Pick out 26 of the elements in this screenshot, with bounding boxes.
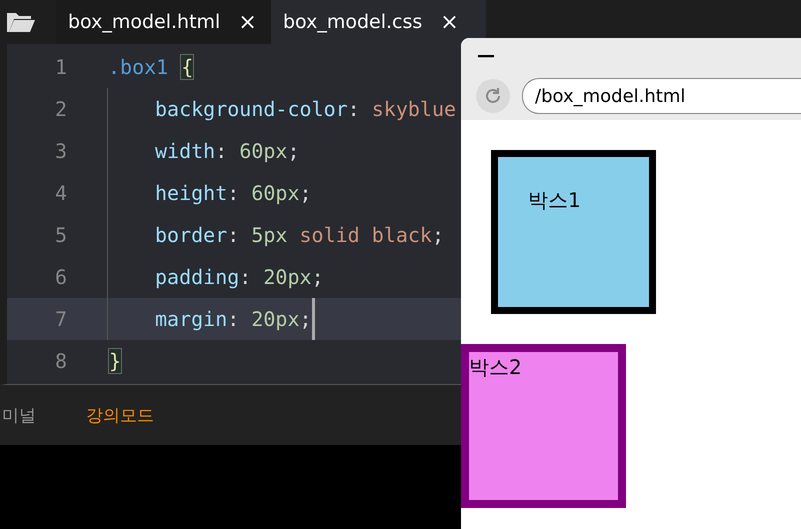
line-number: 1 [54,55,67,79]
box-label: 박스2 [469,355,522,379]
line-number: 6 [54,265,67,289]
code-line: width: 60px; [107,130,300,172]
reload-button[interactable] [476,79,510,113]
code-line: background-color: skyblue [107,88,456,130]
code-line: border: 5px solid black; [107,214,444,256]
code-line: .box1 { [107,53,194,82]
box-label: 박스1 [528,188,581,212]
panel-tab[interactable]: 미널 [2,404,36,426]
code-line: height: 60px; [107,172,312,214]
editor-tab[interactable]: box_model.css × [271,0,486,44]
line-number: 8 [54,349,67,373]
address-field[interactable]: /box_model.html [522,78,801,114]
line-number: 3 [54,139,67,163]
close-icon[interactable]: × [238,10,257,34]
folder-icon[interactable] [6,10,36,34]
line-number: 4 [54,181,67,205]
reload-icon [483,86,503,106]
line-number: 5 [54,223,67,247]
close-icon[interactable]: × [440,10,459,34]
minimize-button[interactable]: — [477,44,495,66]
line-number: 7 [54,307,67,331]
panel-tab[interactable]: 강의모드 [86,404,154,426]
line-number: 2 [54,97,67,121]
code-line: margin: 20px; [107,298,315,340]
